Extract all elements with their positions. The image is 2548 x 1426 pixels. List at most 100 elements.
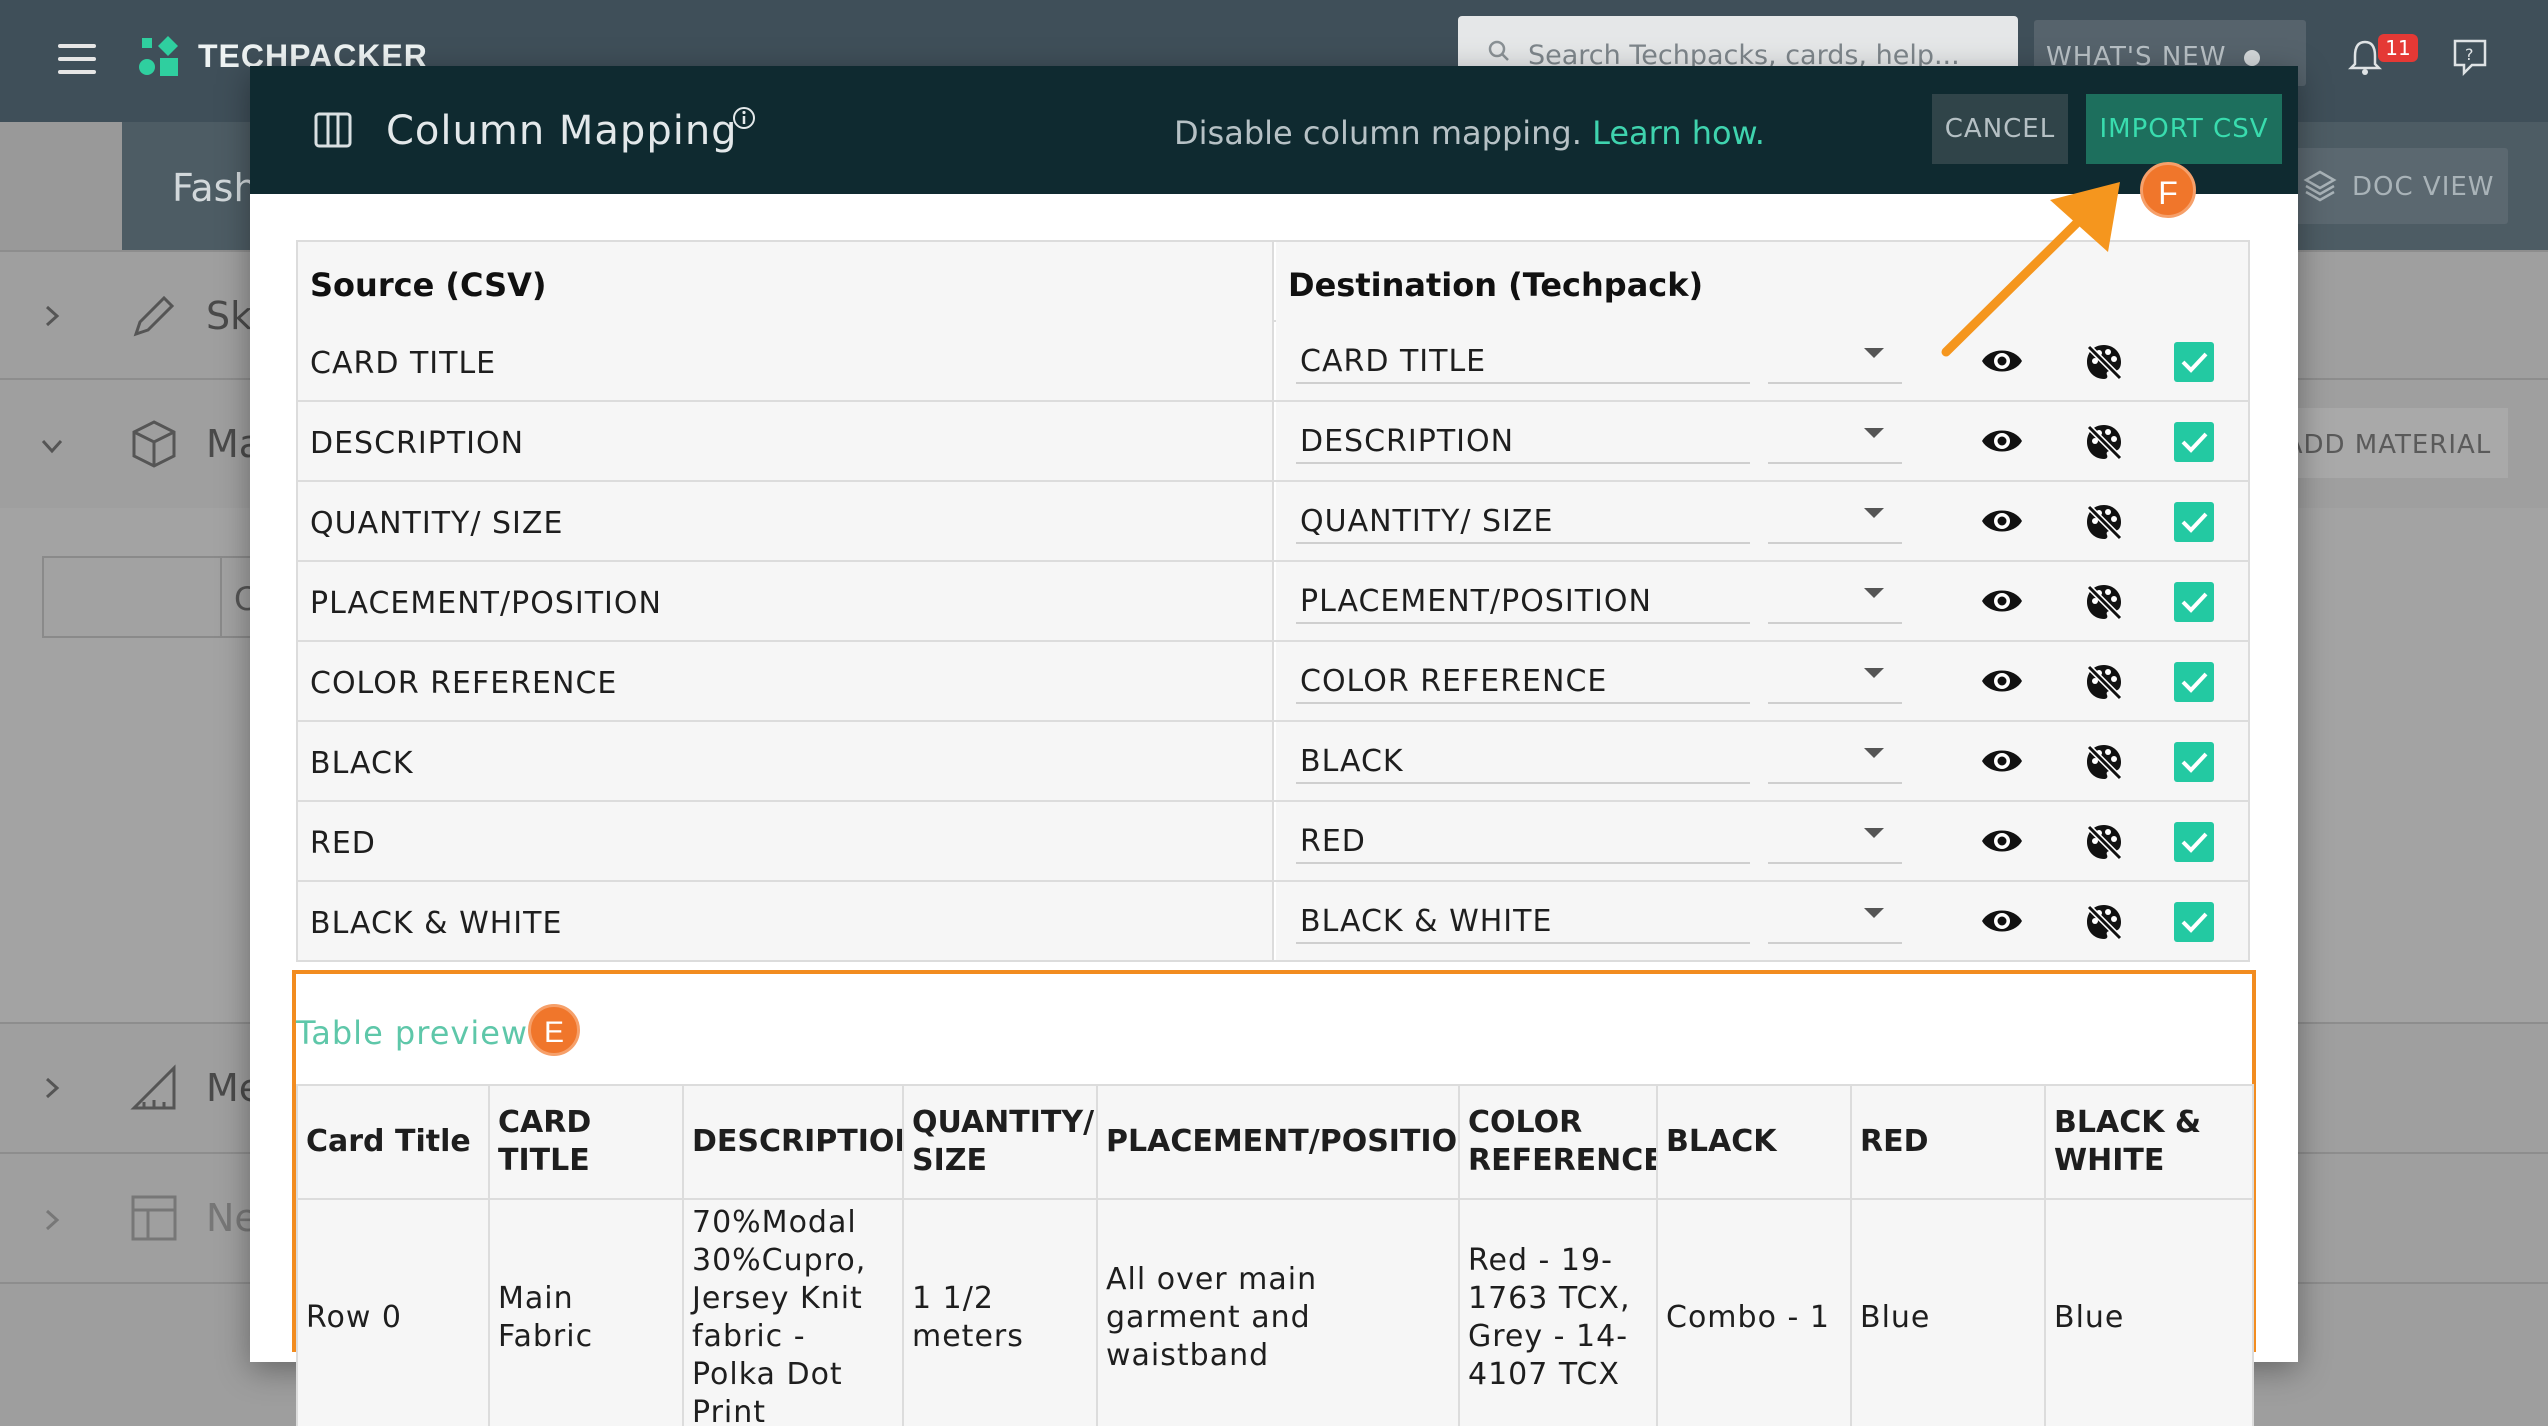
- cancel-button[interactable]: CANCEL: [1932, 94, 2068, 164]
- include-checkbox[interactable]: [2174, 582, 2214, 622]
- mapping-row: DESCRIPTION DESCRIPTION: [296, 402, 2250, 482]
- mapping-row: COLOR REFERENCE COLOR REFERENCE: [296, 642, 2250, 722]
- bell-icon[interactable]: [2348, 38, 2382, 76]
- source-column-name: CARD TITLE: [310, 346, 497, 381]
- destination-field-input[interactable]: PLACEMENT/POSITION: [1296, 580, 1750, 624]
- field-type-select[interactable]: [1768, 500, 1902, 544]
- destination-cell: BLACK: [1276, 722, 2250, 800]
- destination-field-input[interactable]: BLACK: [1296, 740, 1750, 784]
- preview-column-header: QUANTITY/ SIZE: [902, 1084, 1098, 1200]
- mapping-rows: CARD TITLE CARD TITLE DESCRIPTION DESCRIPTI…: [296, 322, 2250, 962]
- annotation-badge-f: F: [2140, 162, 2196, 218]
- source-cell: QUANTITY/ SIZE: [296, 482, 1274, 560]
- include-checkbox[interactable]: [2174, 822, 2214, 862]
- source-cell: CARD TITLE: [296, 322, 1274, 400]
- doc-view-label: DOC VIEW: [2352, 172, 2495, 202]
- eye-icon[interactable]: [1980, 904, 2024, 938]
- caret-down-icon: [1864, 828, 1884, 838]
- doc-view-button[interactable]: DOC VIEW: [2282, 148, 2508, 224]
- source-column-name: COLOR REFERENCE: [310, 666, 618, 701]
- field-type-select[interactable]: [1768, 580, 1902, 624]
- caret-down-icon: [1864, 428, 1884, 438]
- palette-off-icon[interactable]: [2084, 902, 2124, 942]
- import-csv-button[interactable]: IMPORT CSV: [2086, 94, 2282, 164]
- source-cell: COLOR REFERENCE: [296, 642, 1274, 720]
- help-icon[interactable]: ?: [2452, 38, 2488, 76]
- source-header: Source (CSV): [310, 266, 547, 304]
- source-column-name: BLACK & WHITE: [310, 906, 563, 941]
- destination-field-input[interactable]: QUANTITY/ SIZE: [1296, 500, 1750, 544]
- source-header-cell: Source (CSV): [296, 242, 1274, 322]
- disable-mapping-text: Disable column mapping. Learn how.: [1174, 114, 1765, 152]
- source-cell: PLACEMENT/POSITION: [296, 562, 1274, 640]
- palette-off-icon[interactable]: [2084, 582, 2124, 622]
- learn-how-link[interactable]: Learn how.: [1592, 114, 1765, 152]
- search-icon: [1488, 40, 1509, 61]
- bg-left-strip: [0, 122, 122, 250]
- preview-cell: Blue: [1850, 1198, 2046, 1426]
- destination-field-input[interactable]: CARD TITLE: [1296, 340, 1750, 384]
- palette-off-icon[interactable]: [2084, 502, 2124, 542]
- eye-icon[interactable]: [1980, 584, 2024, 618]
- palette-off-icon[interactable]: [2084, 822, 2124, 862]
- annotation-arrow: [1941, 182, 2120, 357]
- caret-down-icon: [1864, 508, 1884, 518]
- source-column-name: BLACK: [310, 746, 414, 781]
- destination-cell: QUANTITY/ SIZE: [1276, 482, 2250, 560]
- eye-icon[interactable]: [1980, 424, 2024, 458]
- include-checkbox[interactable]: [2174, 342, 2214, 382]
- destination-cell: BLACK & WHITE: [1276, 882, 2250, 960]
- preview-column-header: DESCRIPTION: [682, 1084, 904, 1200]
- include-checkbox[interactable]: [2174, 662, 2214, 702]
- field-type-select[interactable]: [1768, 740, 1902, 784]
- caret-down-icon: [1864, 348, 1884, 358]
- chevron-right-icon: [45, 1209, 60, 1231]
- source-column-name: DESCRIPTION: [310, 426, 525, 461]
- destination-field-input[interactable]: RED: [1296, 820, 1750, 864]
- bg-input[interactable]: [42, 556, 222, 638]
- include-checkbox[interactable]: [2174, 502, 2214, 542]
- add-material-button[interactable]: ADD MATERIAL: [2268, 408, 2508, 478]
- palette-off-icon[interactable]: [2084, 662, 2124, 702]
- field-type-select[interactable]: [1768, 820, 1902, 864]
- preview-cell: Main Fabric: [488, 1198, 684, 1426]
- destination-field-value: CARD TITLE: [1300, 344, 1487, 379]
- destination-header: Destination (Techpack): [1288, 266, 1704, 304]
- field-type-select[interactable]: [1768, 660, 1902, 704]
- destination-field-input[interactable]: COLOR REFERENCE: [1296, 660, 1750, 704]
- eye-icon[interactable]: [1980, 504, 2024, 538]
- eye-icon[interactable]: [1980, 824, 2024, 858]
- destination-field-value: BLACK: [1300, 744, 1404, 779]
- source-cell: BLACK: [296, 722, 1274, 800]
- disable-mapping-label: Disable column mapping.: [1174, 114, 1593, 152]
- include-checkbox[interactable]: [2174, 742, 2214, 782]
- destination-field-input[interactable]: BLACK & WHITE: [1296, 900, 1750, 944]
- chevron-down-icon: [41, 439, 63, 454]
- preview-column-header: BLACK & WHITE: [2044, 1084, 2254, 1200]
- source-column-name: RED: [310, 826, 376, 861]
- destination-field-value: DESCRIPTION: [1300, 424, 1515, 459]
- destination-cell: DESCRIPTION: [1276, 402, 2250, 480]
- field-type-select[interactable]: [1768, 340, 1902, 384]
- include-checkbox[interactable]: [2174, 422, 2214, 462]
- palette-off-icon[interactable]: [2084, 742, 2124, 782]
- destination-field-value: BLACK & WHITE: [1300, 904, 1553, 939]
- destination-field-value: PLACEMENT/POSITION: [1300, 584, 1652, 619]
- field-type-select[interactable]: [1768, 900, 1902, 944]
- palette-off-icon[interactable]: [2084, 422, 2124, 462]
- source-cell: BLACK & WHITE: [296, 882, 1274, 960]
- caret-down-icon: [1864, 908, 1884, 918]
- modal-title: Column Mapping: [386, 108, 738, 154]
- chevron-right-icon: [45, 1077, 60, 1099]
- preview-cell: All over main garment and waistband: [1096, 1198, 1460, 1426]
- preview-table: Card Title CARD TITLE DESCRIPTION QUANTITY/…: [296, 1084, 2254, 1426]
- info-icon[interactable]: [732, 106, 756, 130]
- preview-column-header: CARD TITLE: [488, 1084, 684, 1200]
- eye-icon[interactable]: [1980, 744, 2024, 778]
- mapping-row: QUANTITY/ SIZE QUANTITY/ SIZE: [296, 482, 2250, 562]
- field-type-select[interactable]: [1768, 420, 1902, 464]
- destination-field-input[interactable]: DESCRIPTION: [1296, 420, 1750, 464]
- include-checkbox[interactable]: [2174, 902, 2214, 942]
- menu-icon[interactable]: [58, 44, 98, 74]
- eye-icon[interactable]: [1980, 664, 2024, 698]
